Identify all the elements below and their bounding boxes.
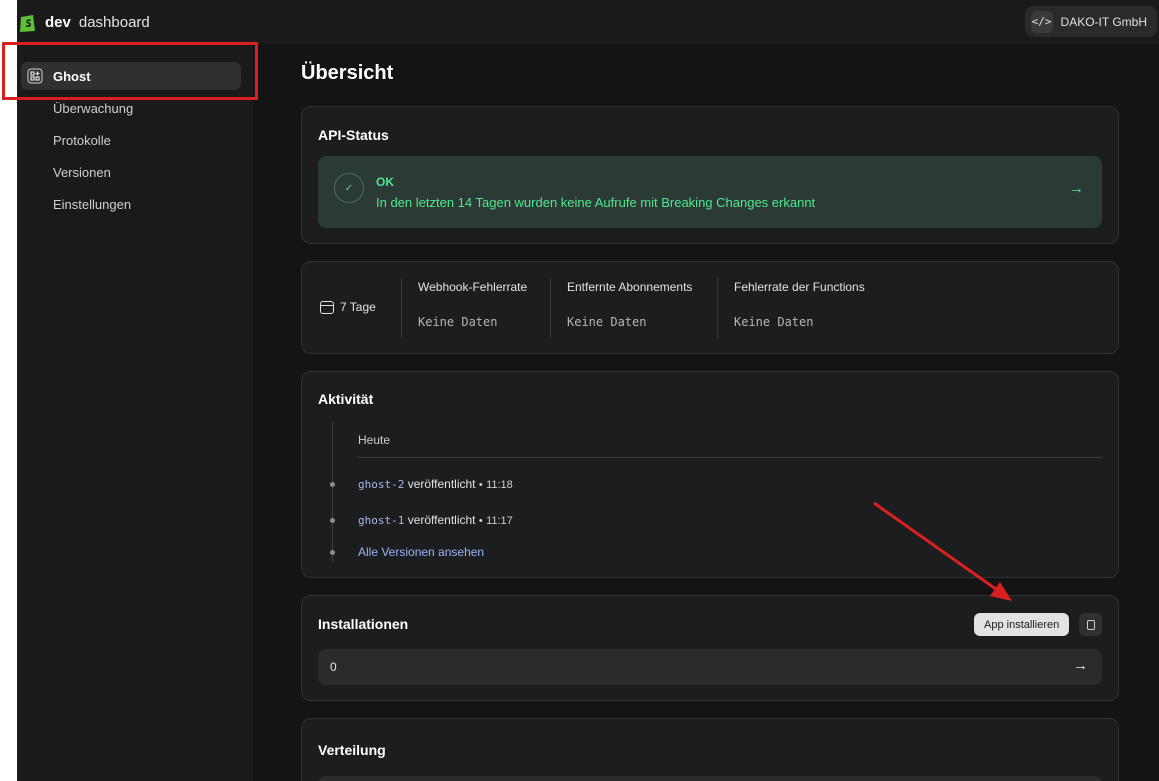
installations-title: Installationen (318, 616, 409, 632)
installations-row[interactable]: 0 → (318, 649, 1102, 685)
activity-card: Aktivität Heute ghost-2 veröffentlicht •… (301, 371, 1119, 578)
sidebar-item-label: Überwachung (53, 100, 134, 116)
sidebar-item-einstellungen[interactable]: Einstellungen (21, 190, 241, 218)
timeline-line (332, 422, 333, 562)
view-all-versions-link[interactable]: Alle Versionen ansehen (358, 545, 484, 559)
code-icon: </> (1030, 10, 1053, 33)
metric-removed-subscriptions: Entfernte Abonnements Keine Daten (550, 278, 692, 338)
sidebar-item-label: Einstellungen (53, 196, 132, 212)
metric-webhook-error-rate: Webhook-Fehlerrate Keine Daten (401, 278, 527, 338)
timeline-time: 11:18 (486, 479, 513, 491)
top-bar: dev dashboard </> DAKO-IT GmbH (17, 0, 1159, 44)
sidebar-item-label: Protokolle (53, 132, 111, 148)
metric-value: Keine Daten (418, 315, 498, 329)
check-icon: ✓ (334, 173, 364, 203)
copy-button[interactable] (1079, 613, 1102, 636)
timeline-dot (330, 550, 335, 555)
sidebar-item-versionen[interactable]: Versionen (21, 158, 241, 186)
timeline-text: veröffentlicht (407, 513, 476, 527)
api-status-title: API-Status (318, 127, 389, 143)
sidebar-item-protokolle[interactable]: Protokolle (21, 126, 241, 154)
brand-rest: dashboard (78, 13, 150, 31)
app-window: dev dashboard </> DAKO-IT GmbH Ghost Übe… (17, 0, 1159, 781)
metric-value: Keine Daten (734, 315, 814, 329)
api-status-banner[interactable]: ✓ OK In den letzten 14 Tagen wurden kein… (318, 156, 1102, 228)
brand[interactable]: dev dashboard (19, 11, 150, 33)
period-label: 7 Tage (340, 300, 376, 314)
timeline-dot (330, 518, 335, 523)
metric-label: Fehlerrate der Functions (734, 280, 865, 294)
org-name: DAKO-IT GmbH (1060, 14, 1147, 29)
brand-bold: dev (45, 13, 71, 31)
distribution-content (318, 776, 1102, 781)
timeline-group-label: Heute (358, 433, 391, 447)
divider (358, 457, 1102, 458)
org-switcher[interactable]: </> DAKO-IT GmbH (1024, 6, 1157, 37)
distribution-card: Verteilung (301, 718, 1119, 781)
metric-label: Entfernte Abonnements (567, 280, 693, 294)
bullet: • (478, 515, 483, 527)
status-ok-label: OK (376, 175, 394, 189)
metric-value: Keine Daten (567, 315, 647, 329)
clipboard-icon (1086, 619, 1095, 630)
shopify-bag-icon (20, 15, 35, 32)
timeline-text: veröffentlicht (407, 477, 476, 491)
status-message: In den letzten 14 Tagen wurden keine Auf… (376, 195, 816, 210)
page-title: Übersicht (301, 62, 394, 84)
timeline-item: ghost-1 veröffentlicht • 11:17 (358, 513, 513, 527)
timeline-dot (330, 482, 335, 487)
arrow-right-icon: → (1069, 180, 1084, 197)
annotation-highlight-box (2, 42, 258, 100)
bullet: • (478, 479, 483, 491)
period-selector[interactable]: 7 Tage (320, 300, 376, 314)
arrow-right-icon: → (1073, 657, 1088, 674)
installations-card: Installationen App installieren 0 → (301, 595, 1119, 701)
metrics-card: 7 Tage Webhook-Fehlerrate Keine Daten En… (301, 261, 1119, 354)
installations-count: 0 (330, 660, 337, 674)
sidebar: Ghost Überwachung Protokolle Versionen E… (17, 44, 253, 781)
version-code[interactable]: ghost-1 (358, 514, 404, 527)
sidebar-item-label: Versionen (53, 164, 111, 180)
timeline-time: 11:17 (486, 515, 513, 527)
calendar-icon (320, 300, 334, 314)
version-code[interactable]: ghost-2 (358, 478, 404, 491)
metric-label: Webhook-Fehlerrate (418, 280, 528, 294)
install-app-button[interactable]: App installieren (974, 613, 1070, 636)
activity-title: Aktivität (318, 391, 374, 407)
timeline-item: ghost-2 veröffentlicht • 11:18 (358, 477, 513, 491)
distribution-title: Verteilung (318, 742, 386, 758)
metric-functions-error-rate: Fehlerrate der Functions Keine Daten (717, 278, 865, 338)
api-status-card: API-Status ✓ OK In den letzten 14 Tagen … (301, 106, 1119, 244)
